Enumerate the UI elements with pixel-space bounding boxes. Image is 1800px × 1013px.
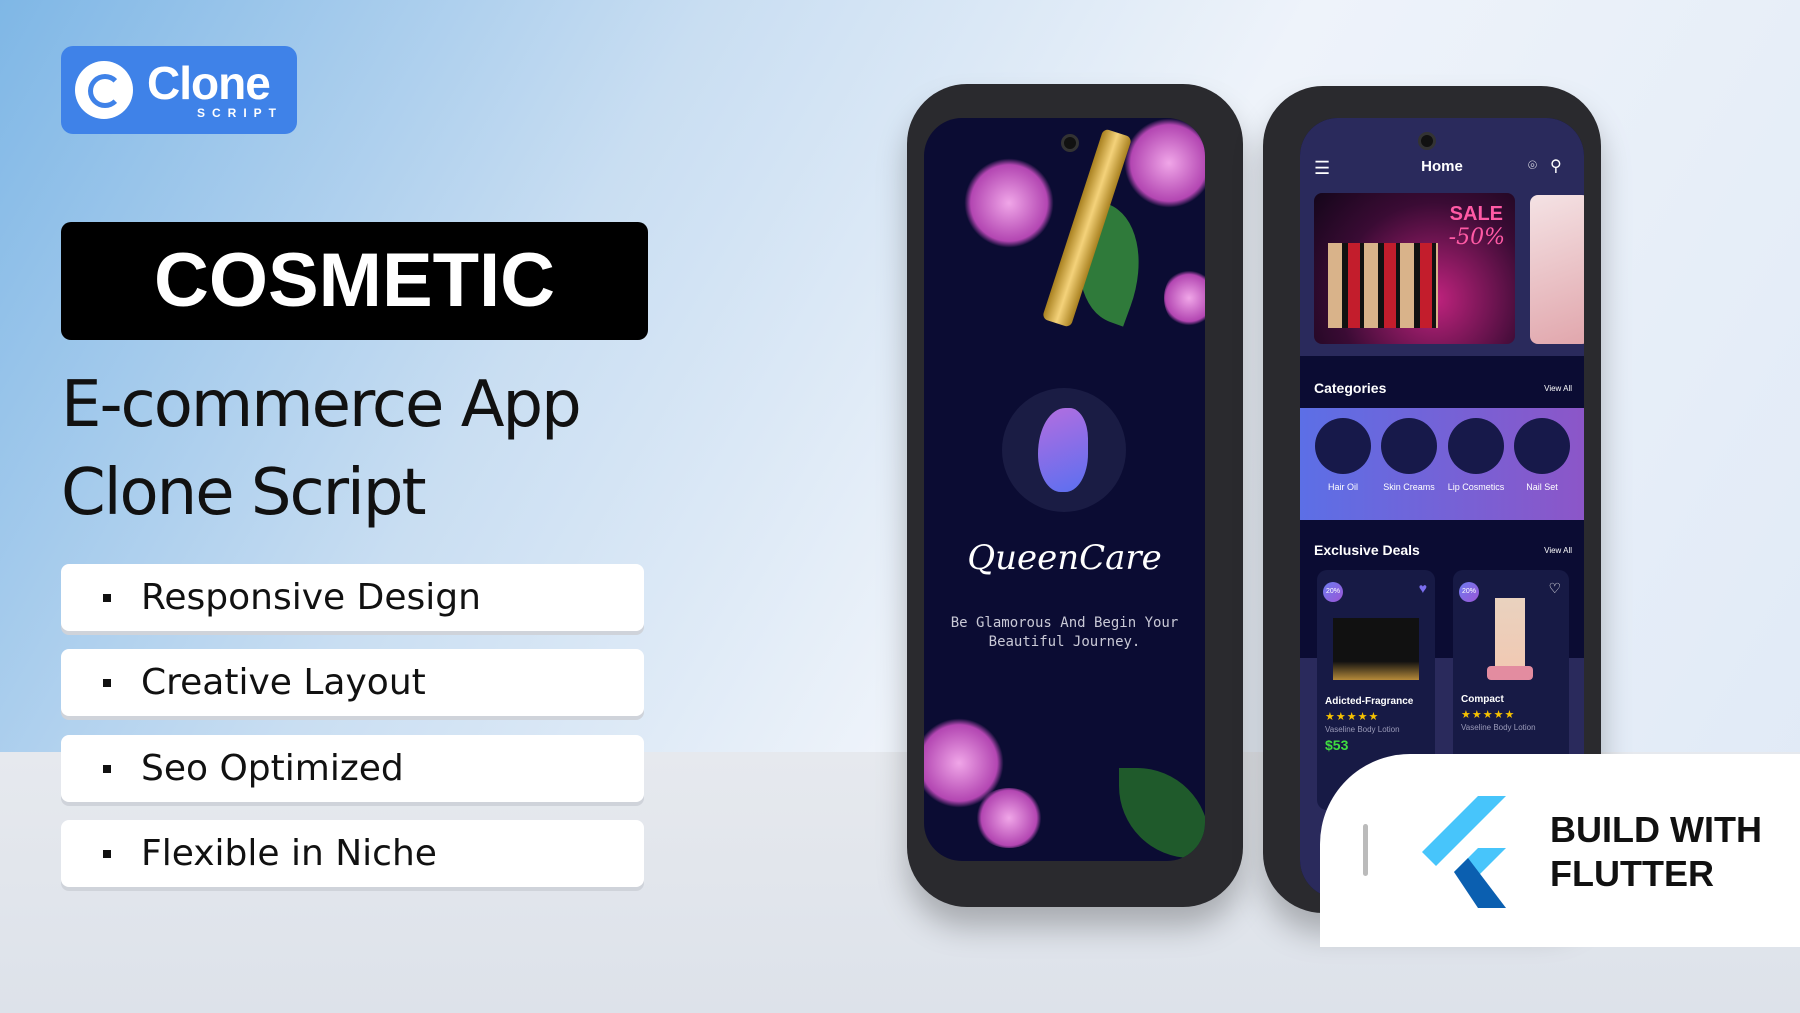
discount-label: -50%	[1448, 225, 1505, 250]
tagline-line: Be Glamorous And Begin Your	[950, 615, 1179, 631]
flower-decoration	[964, 158, 1054, 248]
bullet-icon	[103, 849, 111, 858]
feature-item: Creative Layout	[61, 649, 644, 716]
bullet-icon	[103, 764, 111, 773]
product-name: Adicted-Fragrance	[1325, 696, 1414, 707]
rating-stars: ★★★★★	[1325, 711, 1380, 723]
feature-label: Creative Layout	[141, 662, 426, 703]
categories-title: Categories	[1314, 380, 1387, 396]
discount-badge: 20%	[1459, 582, 1479, 602]
category-skin-creams[interactable]: Skin Creams	[1381, 418, 1437, 492]
nail-set-image	[1514, 418, 1570, 474]
flutter-text: BUILD WITH FLUTTER	[1550, 808, 1762, 896]
feature-item: Seo Optimized	[61, 735, 644, 802]
cosmetic-badge: COSMETIC	[61, 222, 648, 340]
location-icon[interactable]: ⌾	[1528, 157, 1537, 174]
logo-icon	[75, 61, 133, 119]
sale-banner[interactable]: SALE -50%	[1314, 193, 1515, 344]
category-nail-set[interactable]: Nail Set	[1514, 418, 1570, 492]
search-icon[interactable]: ⚲	[1550, 156, 1562, 176]
flutter-line: BUILD WITH	[1550, 809, 1762, 850]
home-title: Home	[1421, 158, 1463, 175]
banner-2[interactable]	[1530, 195, 1584, 344]
category-label: Lip Cosmetics	[1447, 482, 1505, 492]
woman-silhouette-icon	[1038, 408, 1088, 492]
tagline-line: Beautiful Journey.	[988, 634, 1141, 650]
queencare-logo	[1002, 388, 1126, 512]
product-price: $53	[1325, 737, 1349, 753]
feature-label: Flexible in Niche	[141, 833, 437, 874]
clone-script-logo: Clone SCRIPT	[61, 46, 297, 134]
sale-label: SALE	[1449, 203, 1503, 225]
flower-decoration	[1164, 268, 1205, 328]
deals-title: Exclusive Deals	[1314, 542, 1420, 558]
hero-line-2: Clone Script	[61, 456, 427, 530]
categories-view-all[interactable]: View All	[1544, 384, 1572, 393]
divider	[1363, 824, 1368, 876]
compact-image	[1495, 598, 1525, 668]
rating-stars: ★★★★★	[1461, 709, 1516, 721]
flower-decoration	[1124, 118, 1205, 208]
logo-tagline: SCRIPT	[197, 106, 284, 120]
heart-filled-icon[interactable]: ♥	[1419, 580, 1427, 596]
flower-decoration	[974, 788, 1044, 848]
heart-outline-icon[interactable]: ♡	[1548, 580, 1561, 597]
leaf-decoration	[1119, 768, 1205, 858]
flutter-line: FLUTTER	[1550, 853, 1714, 894]
logo-name: Clone	[147, 57, 271, 109]
hero-line-1: E-commerce App	[61, 368, 582, 442]
hair-oil-image	[1315, 418, 1371, 474]
cosmetics-products-image	[1328, 243, 1438, 328]
feature-label: Seo Optimized	[141, 748, 404, 789]
phone-splash: QueenCare Be Glamorous And Begin Your Bea…	[907, 84, 1243, 907]
product-desc: Vaseline Body Lotion	[1461, 723, 1536, 732]
deals-view-all[interactable]: View All	[1544, 546, 1572, 555]
feature-label: Responsive Design	[141, 577, 481, 618]
bullet-icon	[103, 593, 111, 602]
camera	[1418, 132, 1436, 150]
bullet-icon	[103, 678, 111, 687]
lip-cosmetics-image	[1448, 418, 1504, 474]
skin-creams-image	[1381, 418, 1437, 474]
discount-badge: 20%	[1323, 582, 1343, 602]
category-lip-cosmetics[interactable]: Lip Cosmetics	[1448, 418, 1504, 492]
category-label: Skin Creams	[1383, 482, 1435, 492]
feature-item: Flexible in Niche	[61, 820, 644, 887]
category-hair-oil[interactable]: Hair Oil	[1315, 418, 1371, 492]
feature-item: Responsive Design	[61, 564, 644, 631]
category-label: Hair Oil	[1327, 482, 1358, 492]
flutter-logo-icon	[1422, 796, 1506, 908]
product-name: Compact	[1461, 694, 1504, 705]
splash-tagline: Be Glamorous And Begin Your Beautiful Jou…	[924, 614, 1205, 652]
camera	[1061, 134, 1079, 152]
category-label: Nail Set	[1526, 482, 1558, 492]
brand-name: QueenCare	[967, 538, 1162, 578]
splash-screen: QueenCare Be Glamorous And Begin Your Bea…	[924, 118, 1205, 861]
product-desc: Vaseline Body Lotion	[1325, 725, 1400, 734]
flutter-badge: BUILD WITH FLUTTER	[1320, 754, 1800, 947]
compact-stand	[1487, 666, 1533, 680]
fragrance-image	[1333, 618, 1419, 680]
